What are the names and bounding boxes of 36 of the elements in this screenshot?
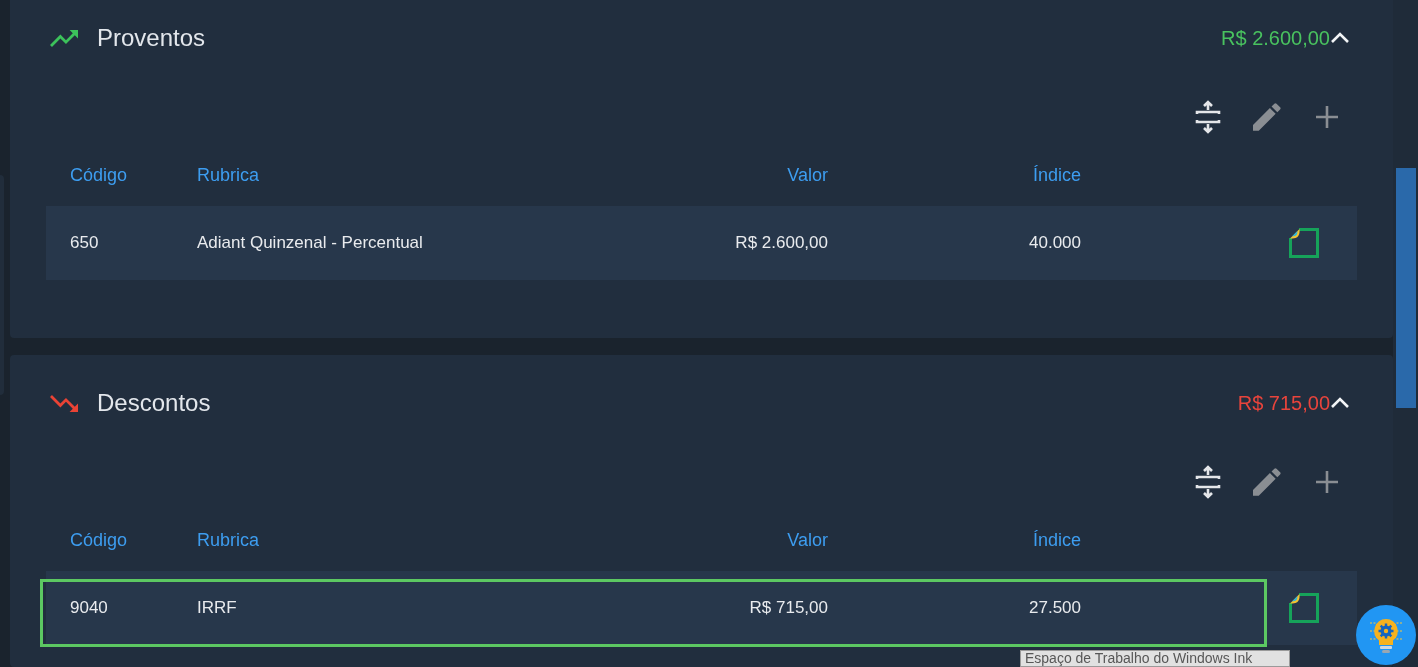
page-curl-icon[interactable]	[1288, 592, 1320, 624]
section-title: Descontos	[97, 388, 211, 418]
table-cell-text: 9040	[70, 597, 109, 619]
column-header: Índice	[1031, 164, 1081, 186]
pencil-icon[interactable]	[1253, 103, 1281, 131]
section-total: R$ 715,00	[1237, 391, 1330, 416]
chevron-up-icon[interactable]	[1330, 397, 1350, 409]
column-header: Rubrica	[197, 164, 261, 186]
scrollbar-track[interactable]	[1393, 0, 1418, 667]
table-cell-text: R$ 2.600,00	[734, 232, 828, 254]
expand-vertical-icon[interactable]	[1195, 100, 1221, 134]
column-header: Índice	[1031, 529, 1081, 551]
trend-up-icon	[50, 29, 78, 47]
plus-icon[interactable]	[1315, 105, 1339, 129]
page-curl-icon[interactable]	[1288, 227, 1320, 259]
expand-vertical-icon[interactable]	[1195, 465, 1221, 499]
table-cell-text: R$ 715,00	[748, 597, 828, 619]
pencil-icon[interactable]	[1253, 468, 1281, 496]
chevron-up-icon[interactable]	[1330, 32, 1350, 44]
table-cell-text: 650	[70, 232, 100, 254]
column-header: Código	[70, 164, 129, 186]
trend-down-icon	[50, 394, 78, 412]
column-header: Rubrica	[197, 529, 261, 551]
table-cell-text: Adiant Quinzenal - Percentual	[197, 232, 424, 254]
section-title: Proventos	[97, 23, 206, 53]
column-header: Código	[70, 529, 129, 551]
table-cell-text: IRRF	[197, 597, 238, 619]
tooltip: Espaço de Trabalho do Windows Ink	[1020, 650, 1290, 667]
table-row[interactable]: 650 Adiant Quinzenal - Percentual R$ 2.600,00 40.000	[46, 206, 1357, 280]
plus-icon[interactable]	[1315, 470, 1339, 494]
section-total: R$ 2.600,00	[1221, 26, 1330, 51]
column-header: Valor	[786, 529, 828, 551]
table-cell-text: 40.000	[1028, 232, 1081, 254]
scrollbar-thumb[interactable]	[1396, 168, 1416, 408]
table-cell-text: 27.500	[1028, 597, 1081, 619]
column-header: Valor	[786, 164, 828, 186]
